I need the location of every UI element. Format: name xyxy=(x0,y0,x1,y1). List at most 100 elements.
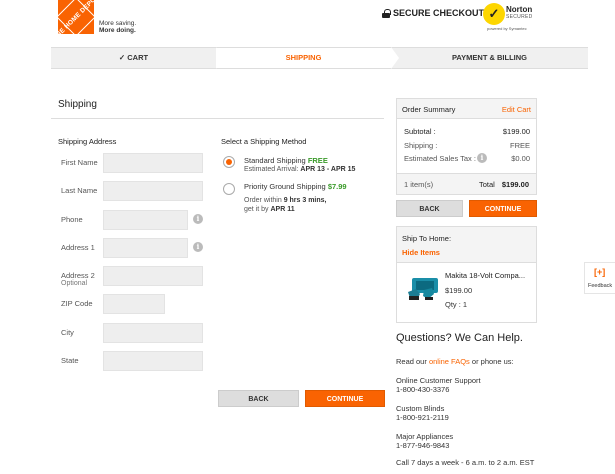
shipping-row: Shipping : FREE xyxy=(404,141,530,150)
zip-label: ZIP Code xyxy=(61,299,93,308)
step-cart[interactable]: ✓ CART xyxy=(51,48,216,68)
back-button[interactable]: BACK xyxy=(218,390,299,407)
checkout-progress: ✓ CART SHIPPING PAYMENT & BILLING xyxy=(51,47,588,69)
summary-back-button[interactable]: BACK xyxy=(396,200,463,217)
online-support-label: Online Customer Support xyxy=(396,376,481,385)
major-appliances-label: Major Appliances xyxy=(396,432,454,441)
logo-text: THE HOME DEPOT xyxy=(51,0,101,42)
address-1-field[interactable] xyxy=(103,238,188,258)
step-cart-label: CART xyxy=(127,53,149,62)
state-label: State xyxy=(61,356,79,365)
online-support-phone[interactable]: 1-800-430-3376 xyxy=(396,385,481,394)
order-summary-header: Order Summary Edit Cart xyxy=(397,99,536,119)
city-field[interactable] xyxy=(103,323,203,343)
lock-icon xyxy=(382,8,391,18)
online-faqs-link[interactable]: online FAQs xyxy=(429,357,470,366)
standard-shipping-radio[interactable] xyxy=(223,156,235,168)
ship-to-home-header: Ship To Home: Hide Items xyxy=(397,227,536,263)
phone-label: Phone xyxy=(61,215,83,224)
online-support: Online Customer Support 1-800-430-3376 xyxy=(396,376,481,394)
city-label: City xyxy=(61,328,74,337)
custom-blinds-phone[interactable]: 1-800-921-2119 xyxy=(396,413,449,422)
divider xyxy=(51,118,384,119)
info-icon[interactable]: i xyxy=(193,214,203,224)
continue-button[interactable]: CONTINUE xyxy=(305,390,385,407)
address-1-label: Address 1 xyxy=(61,243,95,252)
checkmark-icon: ✓ xyxy=(483,3,505,25)
info-icon[interactable]: i xyxy=(193,242,203,252)
standard-shipping-name: Standard Shipping xyxy=(244,156,306,165)
feedback-label: Feedback xyxy=(588,283,613,289)
tagline-line-2: More doing. xyxy=(99,27,136,34)
norton-secured: SECURED xyxy=(506,14,533,20)
order-summary: Order Summary Edit Cart Subtotal : $199.… xyxy=(396,98,537,195)
priority-shipping-price: $7.99 xyxy=(327,182,347,191)
edit-cart-link[interactable]: Edit Cart xyxy=(502,105,531,114)
standard-shipping-arrival: Estimated Arrival: APR 13 - APR 15 xyxy=(244,165,355,174)
step-shipping: SHIPPING xyxy=(216,48,391,68)
first-name-field[interactable] xyxy=(103,153,203,173)
info-icon[interactable]: i xyxy=(477,153,487,163)
help-title: Questions? We Can Help. xyxy=(396,332,523,344)
custom-blinds: Custom Blinds 1-800-921-2119 xyxy=(396,404,449,422)
norton-name: Norton xyxy=(506,5,533,14)
custom-blinds-label: Custom Blinds xyxy=(396,404,445,413)
product-qty: Qty : 1 xyxy=(445,300,468,309)
norton-powered: powered by Symantec xyxy=(487,26,527,31)
major-appliances: Major Appliances 1-877-946-9843 xyxy=(396,432,453,450)
state-field[interactable] xyxy=(103,351,203,371)
priority-shipping-title: Priority Ground Shipping $7.99 xyxy=(244,182,347,191)
major-appliances-phone[interactable]: 1-877-946-9843 xyxy=(396,441,453,450)
item-count: 1 item(s) xyxy=(404,180,434,189)
tagline-line-1: More saving. xyxy=(99,20,137,27)
zip-field[interactable] xyxy=(103,294,165,314)
read-our-text: Read our xyxy=(396,357,427,366)
last-name-label: Last Name xyxy=(61,186,98,195)
call-hours: Call 7 days a week - 6 a.m. to 2 a.m. ES… xyxy=(396,458,535,467)
secure-checkout-label: SECURE CHECKOUT xyxy=(393,8,485,18)
hide-items-link[interactable]: Hide Items xyxy=(402,248,440,257)
priority-shipping-detail: Order within 9 hrs 3 mins, get it by APR… xyxy=(244,196,326,214)
priority-countdown: 9 hrs 3 mins, xyxy=(283,197,327,204)
step-payment-label: PAYMENT & BILLING xyxy=(451,53,527,62)
secure-checkout: SECURE CHECKOUT xyxy=(382,8,484,18)
standard-shipping-price: FREE xyxy=(307,156,328,165)
product-image[interactable] xyxy=(406,272,441,302)
page-title: Shipping xyxy=(58,99,97,110)
shipping-value: FREE xyxy=(509,141,530,150)
ship-to-home-title: Ship To Home: xyxy=(402,234,452,243)
address-2-field[interactable] xyxy=(103,266,203,286)
logo-frame: THE HOME DEPOT xyxy=(52,0,100,41)
norton-badge[interactable]: ✓ Norton SECURED powered by Symantec xyxy=(483,2,538,32)
order-summary-title: Order Summary xyxy=(402,105,456,114)
arrival-dates: APR 13 - APR 15 xyxy=(300,166,356,173)
step-payment: PAYMENT & BILLING xyxy=(391,48,588,68)
subtotal-value: $199.00 xyxy=(502,127,530,136)
total-label: Total xyxy=(479,180,495,189)
shipping-label: Shipping : xyxy=(404,141,438,150)
product-name[interactable]: Makita 18-Volt Compa... xyxy=(445,271,525,280)
first-name-label: First Name xyxy=(61,158,98,167)
subtotal-label: Subtotal : xyxy=(404,127,436,136)
shipping-method-title: Select a Shipping Method xyxy=(221,137,307,146)
feedback-tab[interactable]: [+] Feedback xyxy=(584,262,615,294)
priority-date: APR 11 xyxy=(270,206,295,213)
shipping-address-title: Shipping Address xyxy=(58,137,117,146)
total-value: $199.00 xyxy=(501,180,529,189)
phone-field[interactable] xyxy=(103,210,188,230)
standard-shipping-title: Standard Shipping FREE xyxy=(244,156,328,165)
address-2-label: Address 2 Optional xyxy=(61,271,95,287)
summary-continue-button[interactable]: CONTINUE xyxy=(469,200,537,217)
priority-order-within: Order within xyxy=(244,197,282,204)
home-depot-logo[interactable]: THE HOME DEPOT xyxy=(52,0,100,41)
arrival-label: Estimated Arrival: xyxy=(244,166,299,173)
optional-label: Optional xyxy=(61,280,88,287)
phone-us-text: or phone us: xyxy=(471,357,514,366)
order-summary-footer: 1 item(s) Total $199.00 xyxy=(397,173,536,194)
priority-shipping-radio[interactable] xyxy=(223,183,235,195)
tagline: More saving. More doing. xyxy=(99,20,136,34)
last-name-field[interactable] xyxy=(103,181,203,201)
tax-value: $0.00 xyxy=(511,154,530,163)
checkmark-icon: ✓ xyxy=(118,53,126,62)
tax-label: Estimated Sales Tax : xyxy=(404,154,476,163)
